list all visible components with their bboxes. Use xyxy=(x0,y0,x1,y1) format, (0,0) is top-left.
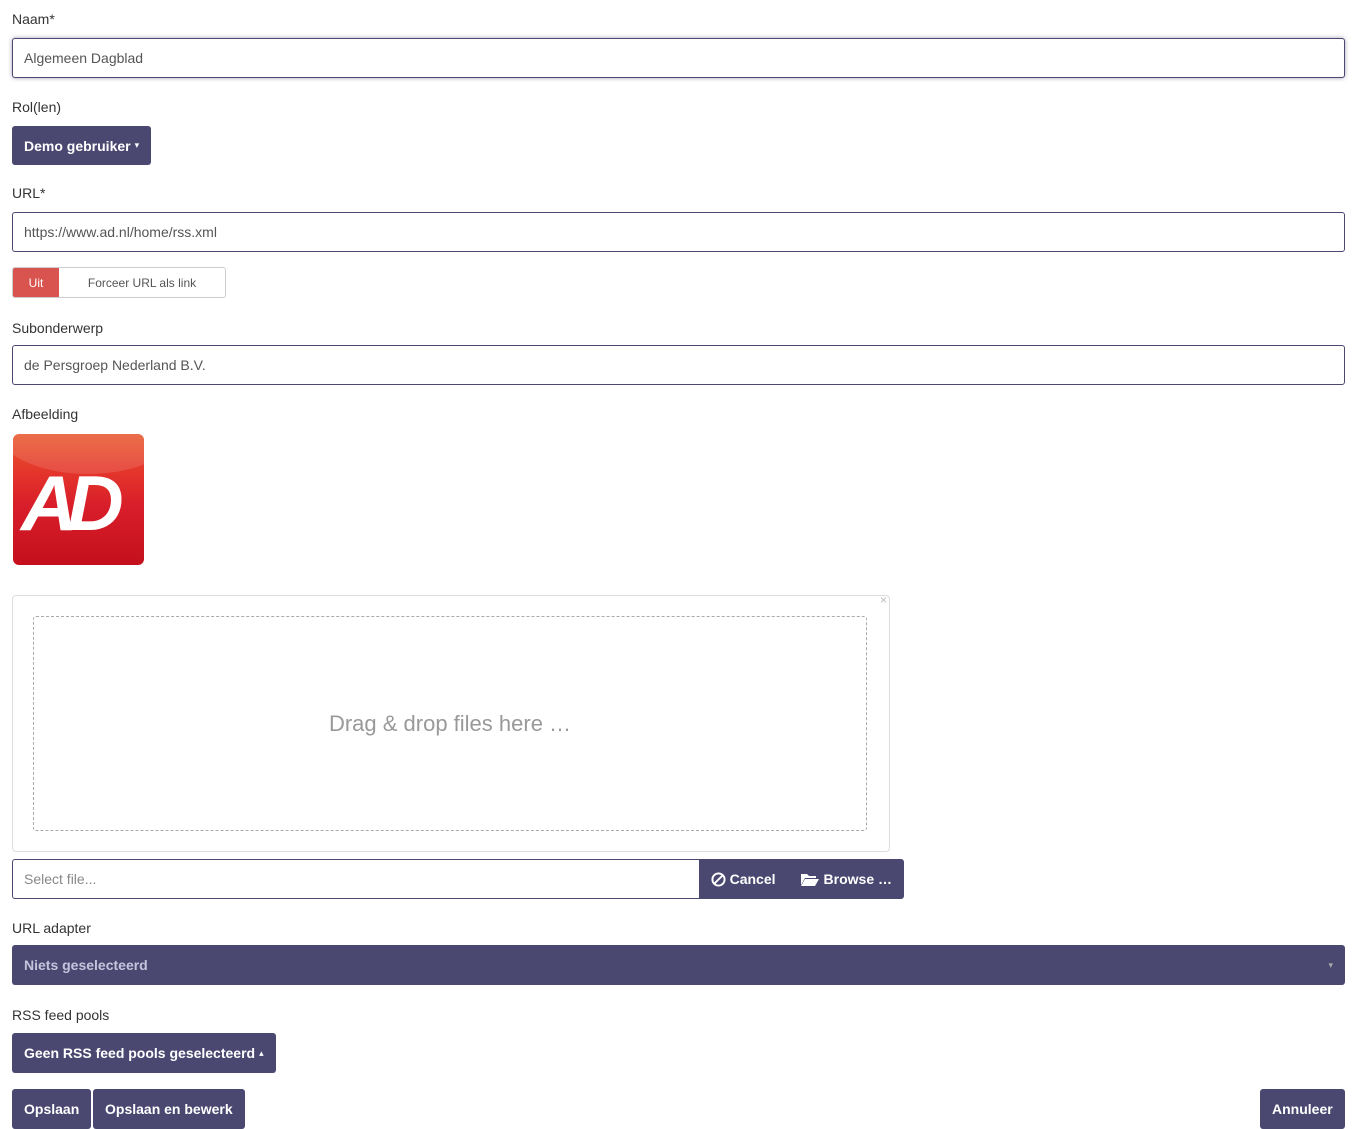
chevron-down-icon: ▾ xyxy=(134,140,140,150)
url-label: URL* xyxy=(12,185,46,201)
folder-open-icon xyxy=(800,874,819,886)
chevron-up-icon: ▴ xyxy=(259,1047,264,1058)
logo-text: AD xyxy=(21,459,124,547)
rollen-label: Rol(len) xyxy=(12,99,62,115)
url-adapter-select[interactable]: Niets geselecteerd ▾ xyxy=(12,945,1345,985)
url-adapter-selected: Niets geselecteerd xyxy=(24,957,148,973)
save-and-edit-button[interactable]: Opslaan en bewerk xyxy=(93,1089,245,1129)
file-dropzone[interactable]: × Drag & drop files here … xyxy=(12,593,890,852)
file-cancel-label: Cancel xyxy=(729,871,776,887)
chevron-down-icon: ▾ xyxy=(1328,959,1333,970)
rss-pools-label: RSS feed pools xyxy=(12,1007,110,1023)
ban-icon xyxy=(711,871,726,887)
naam-input[interactable]: Algemeen Dagblad xyxy=(12,38,1345,78)
file-input-group: Select file... Cancel Browse … xyxy=(12,859,904,899)
dropzone-text: Drag & drop files here … xyxy=(328,710,572,736)
rollen-dropdown-label: Demo gebruiker xyxy=(24,137,131,154)
subonderwerp-label: Subonderwerp xyxy=(12,320,104,336)
ad-logo-image: AD xyxy=(13,434,144,565)
save-button[interactable]: Opslaan xyxy=(12,1089,92,1129)
rss-pools-dropdown-label: Geen RSS feed pools geselecteerd xyxy=(24,1045,256,1061)
close-icon[interactable]: × xyxy=(880,593,887,607)
url-input[interactable]: https://www.ad.nl/home/rss.xml xyxy=(12,212,1345,252)
file-browse-button[interactable]: Browse … xyxy=(787,859,904,899)
force-url-toggle[interactable]: Uit Forceer URL als link xyxy=(12,267,226,298)
afbeelding-label: Afbeelding xyxy=(12,406,79,422)
file-browse-label: Browse … xyxy=(823,871,892,887)
rss-pools-dropdown-button[interactable]: Geen RSS feed pools geselecteerd ▴ xyxy=(12,1033,276,1073)
toggle-label: Forceer URL als link xyxy=(87,275,197,290)
file-caption-input[interactable]: Select file... xyxy=(12,859,699,899)
dropzone-area[interactable]: Drag & drop files here … xyxy=(33,616,867,831)
toggle-off-state[interactable]: Uit xyxy=(13,268,59,297)
annuleer-button[interactable]: Annuleer xyxy=(1260,1089,1345,1129)
url-adapter-label: URL adapter xyxy=(12,920,91,936)
file-cancel-button[interactable]: Cancel xyxy=(698,859,788,899)
rollen-dropdown-button[interactable]: Demo gebruiker ▾ xyxy=(12,126,152,165)
subonderwerp-input[interactable]: de Persgroep Nederland B.V. xyxy=(12,345,1345,385)
naam-label: Naam* xyxy=(12,11,55,27)
